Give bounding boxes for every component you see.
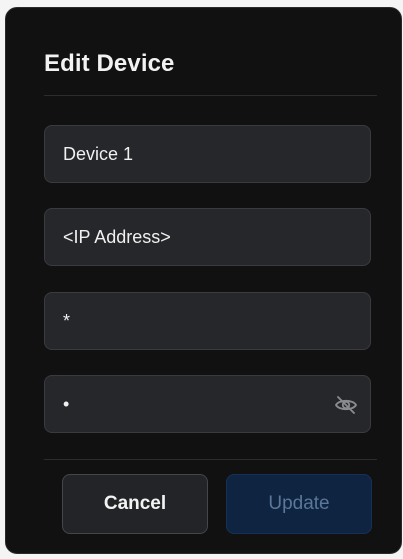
edit-device-dialog: Edit Device Cancel Update [5,7,402,554]
password-input[interactable] [45,376,370,432]
device-name-input[interactable] [45,126,370,182]
footer-divider [44,459,377,460]
password-field[interactable] [44,375,371,433]
cancel-button[interactable]: Cancel [62,474,208,534]
ip-address-field[interactable] [44,208,371,266]
username-field[interactable] [44,292,371,350]
device-name-field[interactable] [44,125,371,183]
username-input[interactable] [45,293,370,349]
update-button[interactable]: Update [226,474,372,534]
ip-address-input[interactable] [45,209,370,265]
dialog-title: Edit Device [44,50,175,77]
title-divider [44,95,377,96]
eye-off-icon[interactable] [334,393,358,417]
